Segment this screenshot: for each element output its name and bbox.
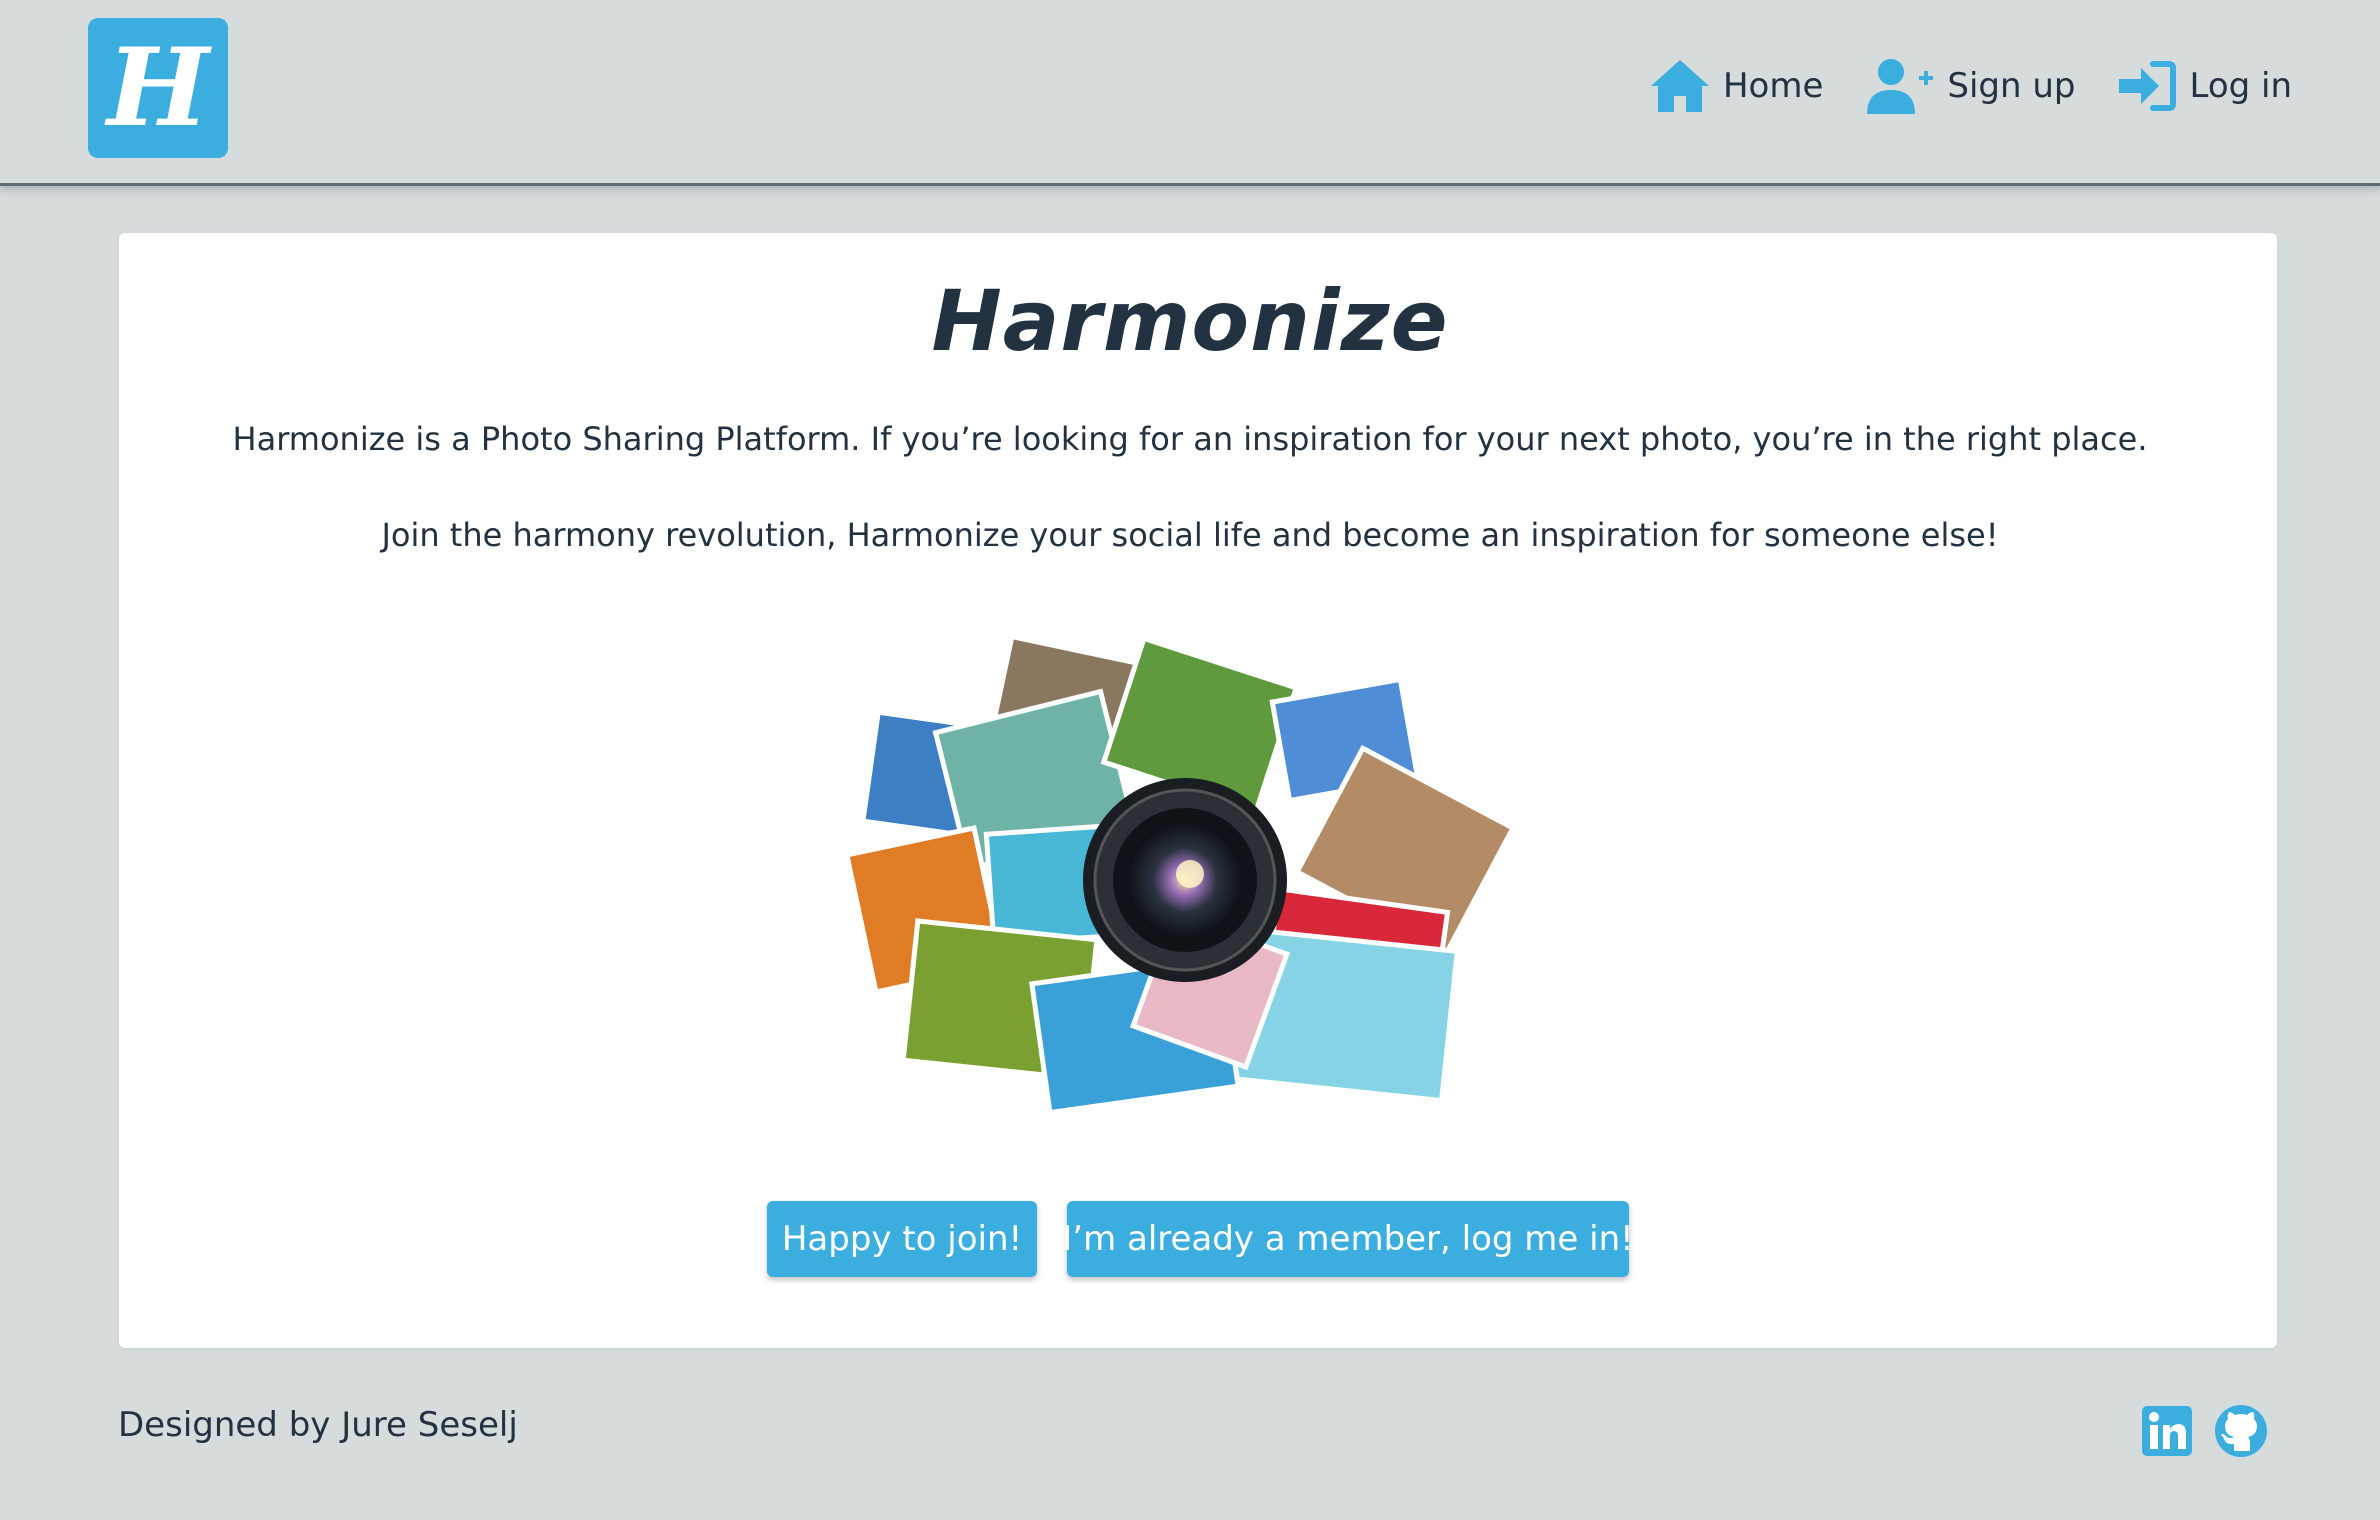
footer-credit: Designed by Jure Seselj (118, 1405, 518, 1445)
sign-in-icon (2119, 61, 2177, 111)
nav-links: Home Sign up Log in (1649, 58, 2292, 114)
invite-paragraph: Join the harmony revolution, Harmonize y… (381, 516, 1999, 554)
intro-paragraph: Harmonize is a Photo Sharing Platform. I… (232, 420, 2148, 458)
github-icon[interactable] (2214, 1404, 2268, 1458)
nav-signup-label: Sign up (1947, 66, 2076, 106)
linkedin-icon[interactable] (2142, 1406, 2192, 1456)
join-button[interactable]: Happy to join! (767, 1201, 1037, 1277)
login-button[interactable]: I’m already a member, log me in! (1062, 1201, 1634, 1277)
nav-home-link[interactable]: Home (1649, 58, 1823, 114)
nav-home-label: Home (1722, 66, 1824, 106)
photo-collage-image (850, 633, 1517, 1110)
nav-login-link[interactable]: Log in (2119, 60, 2292, 112)
nav-signup-link[interactable]: Sign up (1867, 58, 2075, 114)
top-navbar: H Home Sign up Log in (0, 0, 2380, 186)
add-user-icon (1867, 59, 1934, 114)
social-links (2142, 1404, 2268, 1458)
logo[interactable]: H (88, 18, 228, 158)
home-icon (1650, 60, 1709, 112)
page-title: Harmonize (931, 272, 1449, 370)
nav-login-label: Log in (2189, 66, 2292, 106)
